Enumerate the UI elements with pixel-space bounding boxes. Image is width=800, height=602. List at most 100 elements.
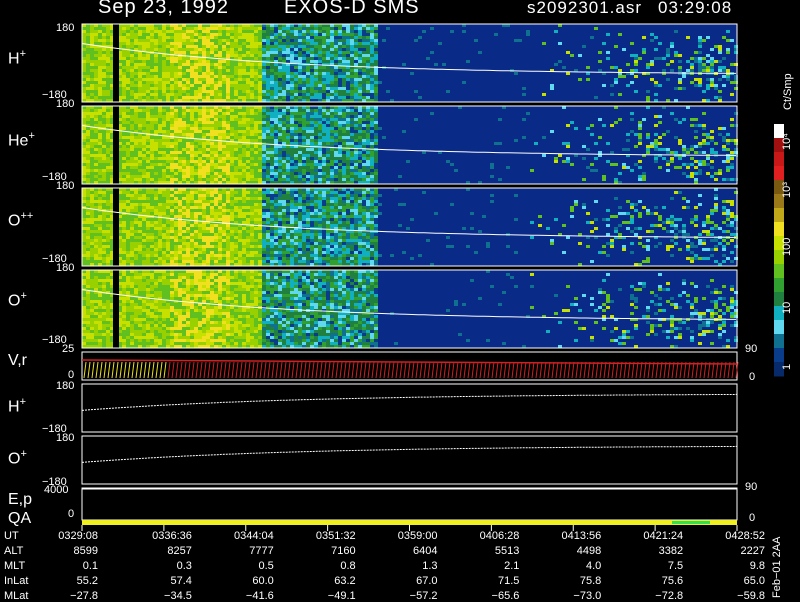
row-label-alt: ALT <box>4 545 23 557</box>
panel-label-oplusplus: O++ <box>8 210 33 230</box>
qa-flag <box>672 521 710 524</box>
panel-frame-ep <box>82 488 737 520</box>
footer-note: Feb−01 2AA <box>771 537 783 598</box>
table-cell-mlat: −59.8 <box>715 590 765 602</box>
table-cell-mlt: 1.3 <box>388 560 438 572</box>
panel-frame-oplus2 <box>82 436 737 484</box>
colorbar-label-1: 1 <box>781 364 793 370</box>
colorbar-swatch <box>774 334 784 349</box>
table-cell-ut: 0428:52 <box>715 530 765 542</box>
table-cell-mlat: −57.2 <box>388 590 438 602</box>
table-cell-inlat: 63.2 <box>306 575 356 587</box>
table-cell-ut: 0329:08 <box>48 530 98 542</box>
table-cell-mlat: −34.5 <box>142 590 192 602</box>
table-cell-inlat: 55.2 <box>48 575 98 587</box>
panel-label-ep: E,p <box>8 491 32 509</box>
table-cell-mlat: −73.0 <box>551 590 601 602</box>
table-cell-alt: 7777 <box>224 545 274 557</box>
table-cell-mlt: 9.8 <box>715 560 765 572</box>
row-label-mlat: MLat <box>4 590 28 602</box>
panel-label-oplus: O+ <box>8 290 27 310</box>
qa-bar <box>82 520 737 525</box>
data-gap-opp <box>113 188 119 266</box>
table-cell-alt: 6404 <box>388 545 438 557</box>
table-cell-inlat: 65.0 <box>715 575 765 587</box>
panel-label-hplus2: H+ <box>8 396 26 416</box>
table-cell-mlat: −72.8 <box>633 590 683 602</box>
panel-label-heplus: He+ <box>8 130 35 150</box>
colorbar-label-1000: 10³ <box>781 182 793 198</box>
table-cell-mlt: 0.5 <box>224 560 274 572</box>
header-mission: EXOS-D SMS <box>284 0 420 19</box>
colorbar-units: Ct/Smp <box>782 73 794 110</box>
row-label-ut: UT <box>4 530 19 542</box>
right-tick-vr-bot: 0 <box>749 371 755 383</box>
table-cell-ut: 0344:04 <box>224 530 274 542</box>
header-time: 03:29:08 <box>658 0 732 18</box>
table-cell-alt: 5513 <box>469 545 519 557</box>
panel-label-qa: QA <box>8 510 31 528</box>
header-date: Sep 23, 1992 <box>98 0 229 19</box>
table-cell-alt: 3382 <box>633 545 683 557</box>
ytick-ep-max: 4000 <box>44 484 68 496</box>
header-file: s2092301.asr <box>527 0 642 18</box>
table-cell-alt: 2227 <box>715 545 765 557</box>
table-cell-mlt: 4.0 <box>551 560 601 572</box>
ytick-vr-max: 25 <box>62 343 74 355</box>
table-cell-mlat: −27.8 <box>48 590 98 602</box>
ytick-heplus-max: 180 <box>56 98 74 110</box>
table-cell-mlt: 2.1 <box>469 560 519 572</box>
right-tick-qa: 0 <box>749 512 755 524</box>
table-cell-ut: 0413:56 <box>551 530 601 542</box>
table-cell-inlat: 71.5 <box>469 575 519 587</box>
table-cell-alt: 4498 <box>551 545 601 557</box>
ytick-hplus2-max: 180 <box>56 380 74 392</box>
colorbar-swatch <box>774 208 784 223</box>
colorbar-label-10: 10 <box>781 302 793 314</box>
colorbar-swatch <box>774 166 784 181</box>
colorbar-label-100: 100 <box>781 238 793 256</box>
row-label-mlt: MLT <box>4 560 25 572</box>
table-cell-alt: 8599 <box>48 545 98 557</box>
row-label-inlat: InLat <box>4 575 28 587</box>
table-cell-mlt: 0.8 <box>306 560 356 572</box>
ytick-hplus-max: 180 <box>56 22 74 34</box>
table-cell-inlat: 75.8 <box>551 575 601 587</box>
table-cell-inlat: 75.6 <box>633 575 683 587</box>
table-cell-inlat: 60.0 <box>224 575 274 587</box>
ytick-opp-max: 180 <box>56 180 74 192</box>
table-cell-mlat: −49.1 <box>306 590 356 602</box>
panel-label-vr: V,r <box>8 352 27 370</box>
ytick-oplus2-max: 180 <box>56 432 74 444</box>
table-cell-ut: 0359:00 <box>388 530 438 542</box>
table-cell-mlt: 7.5 <box>633 560 683 572</box>
table-cell-ut: 0421:24 <box>633 530 683 542</box>
table-cell-mlt: 0.3 <box>142 560 192 572</box>
right-tick-vr-top: 90 <box>745 343 757 355</box>
data-gap-oplus <box>113 270 119 348</box>
table-cell-mlt: 0.1 <box>48 560 98 572</box>
panel-frame-hplus2 <box>82 384 737 432</box>
table-cell-inlat: 57.4 <box>142 575 192 587</box>
table-cell-mlat: −41.6 <box>224 590 274 602</box>
table-cell-ut: 0406:28 <box>469 530 519 542</box>
colorbar-swatch <box>774 152 784 167</box>
data-gap-heplus <box>113 106 119 184</box>
colorbar-swatch <box>774 264 784 279</box>
table-cell-mlat: −65.6 <box>469 590 519 602</box>
table-cell-ut: 0351:32 <box>306 530 356 542</box>
sms-summary-plot <box>0 0 800 600</box>
colorbar-swatch <box>774 278 784 293</box>
table-cell-alt: 8257 <box>142 545 192 557</box>
colorbar-swatch <box>774 222 784 237</box>
ytick-qa-min: 0 <box>68 508 74 520</box>
ytick-oplus-max: 180 <box>56 262 74 274</box>
colorbar-swatch <box>774 348 784 363</box>
colorbar-swatch <box>774 320 784 335</box>
data-gap-hplus <box>113 24 119 102</box>
panel-label-hplus: H+ <box>8 48 26 68</box>
table-cell-alt: 7160 <box>306 545 356 557</box>
panel-label-oplus2: O+ <box>8 448 27 468</box>
table-cell-ut: 0336:36 <box>142 530 192 542</box>
right-tick-ep: 90 <box>745 481 757 493</box>
